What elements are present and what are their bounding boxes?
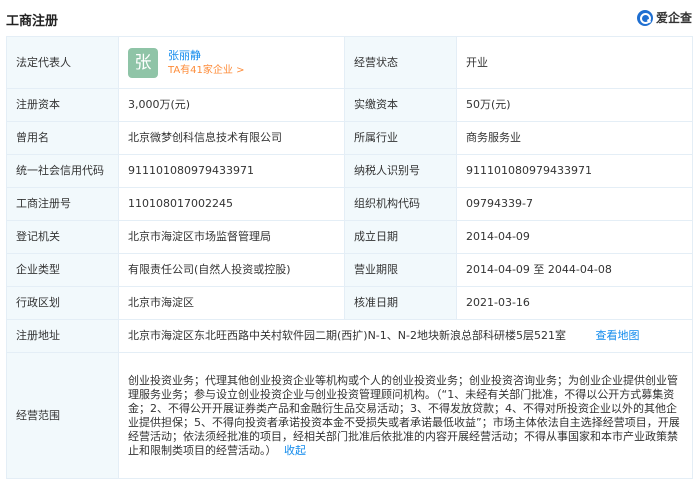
- founded-date-value: 2014-04-09: [456, 220, 693, 254]
- credit-code-label: 统一社会信用代码: [6, 154, 119, 188]
- legal-rep-cell: 张 张丽静 TA有41家企业 >: [118, 36, 345, 89]
- table-row: 登记机关 北京市海淀区市场监督管理局 成立日期 2014-04-09: [6, 220, 693, 254]
- table-row: 经营范围 创业投资业务；代理其他创业投资企业等机构或个人的创业投资业务；创业投资…: [6, 352, 693, 479]
- former-name-label: 曾用名: [6, 121, 119, 155]
- status-value: 开业: [456, 36, 693, 89]
- business-term-label: 营业期限: [344, 253, 457, 287]
- registration-number-value: 110108017002245: [118, 187, 345, 221]
- company-type-value: 有限责任公司(自然人投资或控股): [118, 253, 345, 287]
- table-row: 注册资本 3,000万(元) 实缴资本 50万(元): [6, 88, 693, 122]
- registration-table: 法定代表人 张 张丽静 TA有41家企业 > 经营状态 开业 注册资本 3,00…: [6, 36, 693, 479]
- company-type-label: 企业类型: [6, 253, 119, 287]
- status-label: 经营状态: [344, 36, 457, 89]
- district-value: 北京市海淀区: [118, 286, 345, 320]
- related-companies-link[interactable]: TA有41家企业 >: [168, 63, 244, 78]
- address-value: 北京市海淀区东北旺西路中关村软件园二期(西扩)N-1、N-2地块新浪总部科研楼5…: [128, 329, 566, 342]
- registration-number-label: 工商注册号: [6, 187, 119, 221]
- business-scope-text: 创业投资业务；代理其他创业投资企业等机构或个人的创业投资业务；创业投资咨询业务；…: [128, 373, 680, 457]
- registration-authority-label: 登记机关: [6, 220, 119, 254]
- section-header: 工商注册 爱企查: [0, 0, 698, 36]
- table-row: 注册地址 北京市海淀区东北旺西路中关村软件园二期(西扩)N-1、N-2地块新浪总…: [6, 319, 693, 353]
- view-map-link[interactable]: 查看地图: [595, 329, 639, 342]
- business-term-value: 2014-04-09 至 2044-04-08: [456, 253, 693, 287]
- taxpayer-id-label: 纳税人识别号: [344, 154, 457, 188]
- business-scope-cell: 创业投资业务；代理其他创业投资企业等机构或个人的创业投资业务；创业投资咨询业务；…: [118, 352, 693, 479]
- paid-capital-label: 实缴资本: [344, 88, 457, 122]
- avatar[interactable]: 张: [128, 47, 158, 78]
- table-row: 统一社会信用代码 911101080979433971 纳税人识别号 91110…: [6, 154, 693, 188]
- industry-label: 所属行业: [344, 121, 457, 155]
- org-code-label: 组织机构代码: [344, 187, 457, 221]
- business-scope-label: 经营范围: [6, 352, 119, 479]
- table-row: 曾用名 北京微梦创科信息技术有限公司 所属行业 商务服务业: [6, 121, 693, 155]
- founded-date-label: 成立日期: [344, 220, 457, 254]
- collapse-link[interactable]: 收起: [284, 444, 306, 457]
- legal-rep-name-link[interactable]: 张丽静: [168, 48, 244, 63]
- registered-capital-label: 注册资本: [6, 88, 119, 122]
- approval-date-value: 2021-03-16: [456, 286, 693, 320]
- registered-capital-value: 3,000万(元): [118, 88, 345, 122]
- former-name-value: 北京微梦创科信息技术有限公司: [118, 121, 345, 155]
- magnifier-logo-icon: [636, 9, 653, 26]
- legal-rep-label: 法定代表人: [6, 36, 119, 89]
- industry-value: 商务服务业: [456, 121, 693, 155]
- address-cell: 北京市海淀区东北旺西路中关村软件园二期(西扩)N-1、N-2地块新浪总部科研楼5…: [118, 319, 693, 353]
- registration-authority-value: 北京市海淀区市场监督管理局: [118, 220, 345, 254]
- brand-logo[interactable]: 爱企查: [636, 9, 692, 26]
- credit-code-value: 911101080979433971: [118, 154, 345, 188]
- approval-date-label: 核准日期: [344, 286, 457, 320]
- district-label: 行政区划: [6, 286, 119, 320]
- table-row: 法定代表人 张 张丽静 TA有41家企业 > 经营状态 开业: [6, 36, 693, 89]
- address-label: 注册地址: [6, 319, 119, 353]
- taxpayer-id-value: 911101080979433971: [456, 154, 693, 188]
- paid-capital-value: 50万(元): [456, 88, 693, 122]
- table-row: 企业类型 有限责任公司(自然人投资或控股) 营业期限 2014-04-09 至 …: [6, 253, 693, 287]
- brand-name: 爱企查: [655, 11, 692, 25]
- org-code-value: 09794339-7: [456, 187, 693, 221]
- table-row: 工商注册号 110108017002245 组织机构代码 09794339-7: [6, 187, 693, 221]
- section-title: 工商注册: [6, 14, 59, 29]
- table-row: 行政区划 北京市海淀区 核准日期 2021-03-16: [6, 286, 693, 320]
